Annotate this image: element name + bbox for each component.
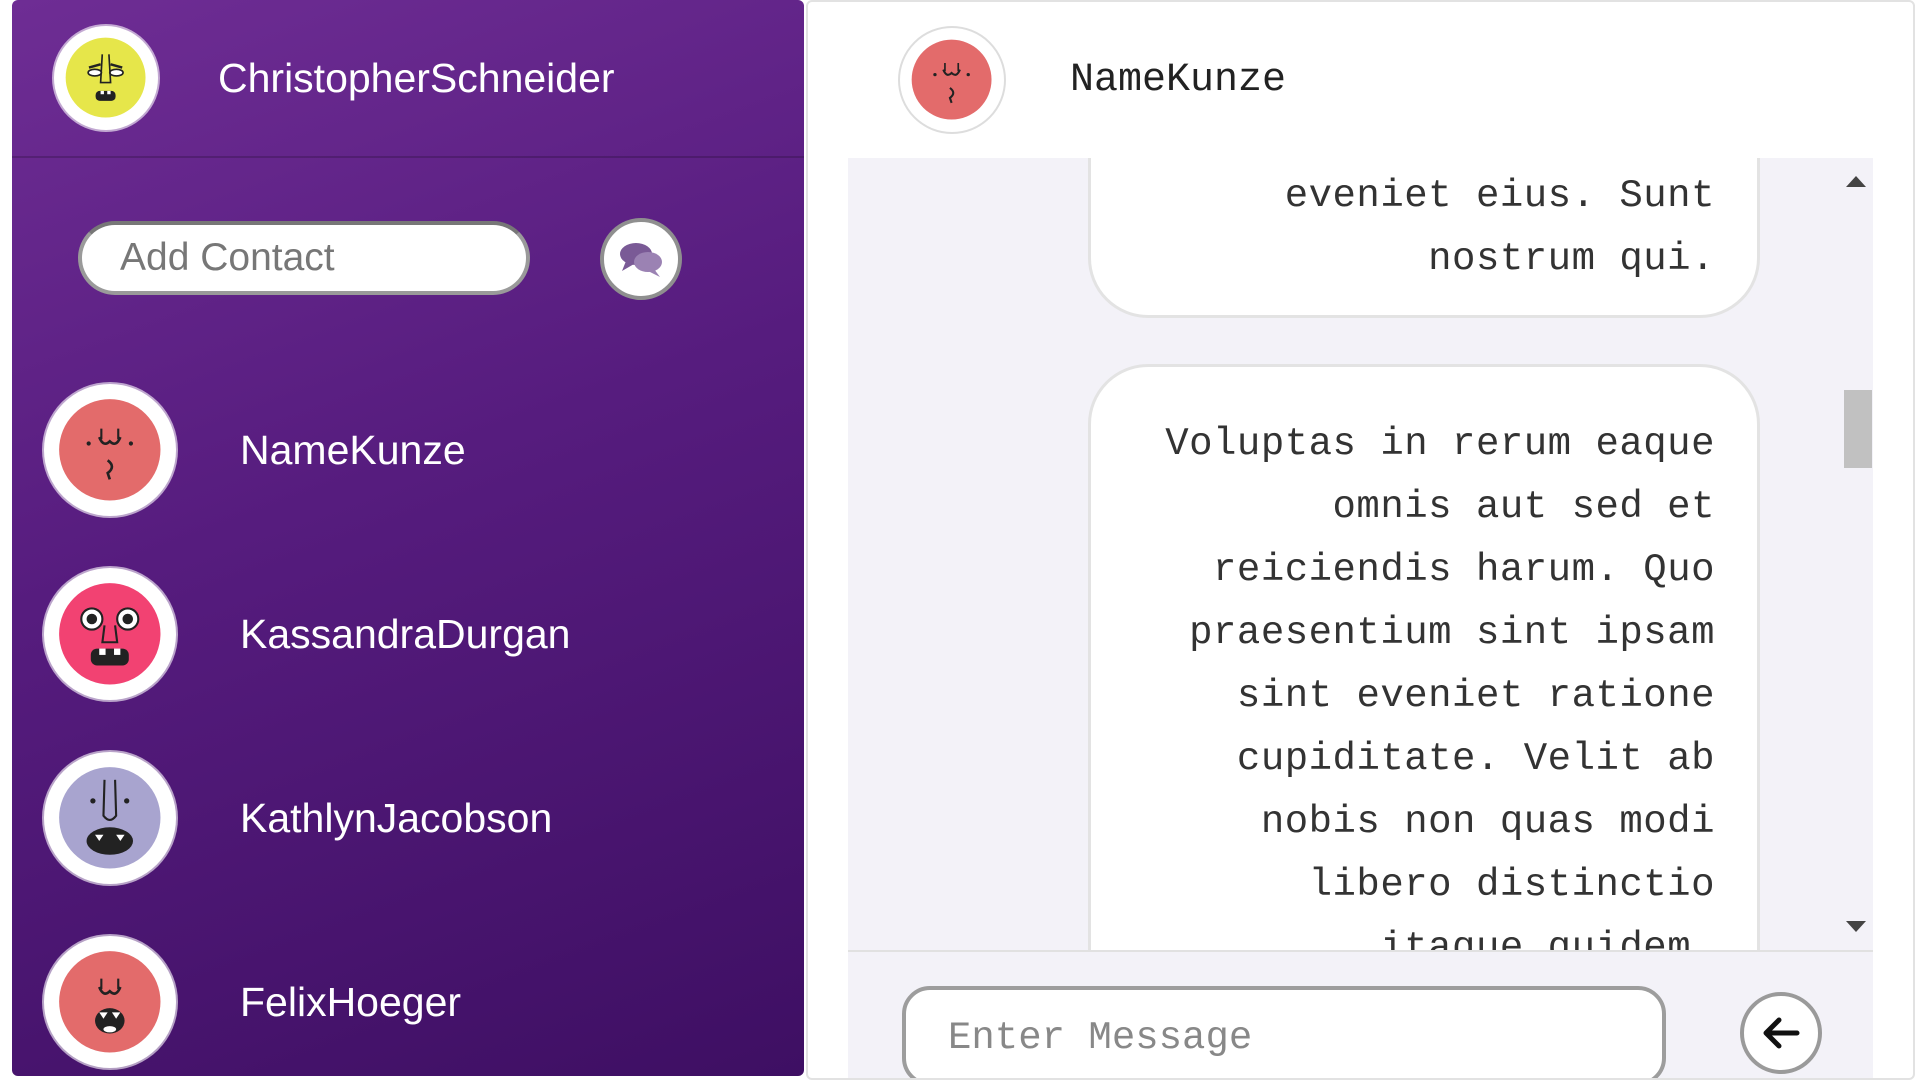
message-line: omnis aut sed et <box>1332 485 1715 529</box>
message-line: libero distinctio <box>1308 863 1715 907</box>
contact-item[interactable]: KassandraDurgan <box>12 542 804 726</box>
contact-avatar <box>44 568 176 700</box>
contact-name: KassandraDurgan <box>240 610 571 657</box>
message-list[interactable]: eveniet eius. Sunt nostrum qui. Voluptas… <box>848 158 1873 950</box>
monster-face-icon <box>912 40 992 120</box>
add-contact-input[interactable]: Add Contact <box>78 221 530 295</box>
monster-face-icon <box>59 767 161 869</box>
message-line: praesentium sint ipsam <box>1189 611 1715 655</box>
chat-contact-avatar <box>898 26 1006 134</box>
scroll-up-arrow-icon[interactable] <box>1846 176 1866 187</box>
message-line: reiciendis harum. Quo <box>1213 548 1715 592</box>
contact-name: NameKunze <box>240 426 466 473</box>
message-bubble: Voluptas in rerum eaque omnis aut sed et… <box>1088 364 1760 950</box>
chat-panel: NameKunze eveniet eius. Sunt nostrum qui… <box>806 0 1915 1080</box>
contact-item[interactable]: NameKunze <box>12 358 804 542</box>
contact-avatar <box>44 752 176 884</box>
add-contact-row: Add Contact <box>12 158 804 358</box>
current-user-avatar[interactable] <box>54 26 158 130</box>
message-line: nostrum qui. <box>1428 237 1715 281</box>
scrollbar-thumb[interactable] <box>1844 390 1872 468</box>
monster-face-icon <box>59 399 161 501</box>
message-line: cupiditate. Velit ab <box>1236 737 1715 781</box>
contact-item[interactable]: KathlynJacobson <box>12 726 804 910</box>
message-scrollbar[interactable] <box>1835 158 1873 950</box>
current-user-header: ChristopherSchneider <box>12 0 804 158</box>
message-line: itaque quidem. <box>1380 926 1715 950</box>
message-composer: Enter Message <box>848 950 1873 1078</box>
message-line: nobis non quas modi <box>1260 800 1715 844</box>
scroll-down-arrow-icon[interactable] <box>1846 921 1866 932</box>
message-line: Voluptas in rerum eaque <box>1165 422 1715 466</box>
add-contact-button[interactable] <box>600 218 682 300</box>
monster-face-icon <box>66 38 146 118</box>
chat-bubbles-icon <box>620 243 662 277</box>
message-line: eveniet eius. Sunt <box>1284 174 1715 218</box>
contact-item[interactable]: FelixHoeger <box>12 910 804 1076</box>
contact-name: FelixHoeger <box>240 978 462 1025</box>
monster-face-icon <box>59 951 161 1053</box>
chat-header: NameKunze <box>808 2 1913 158</box>
chat-title: NameKunze <box>1070 57 1287 103</box>
sidebar: ChristopherSchneider Add Contact NameKun… <box>12 0 804 1076</box>
message-line: sint eveniet ratione <box>1236 674 1715 718</box>
contact-name: KathlynJacobson <box>240 794 553 841</box>
send-button[interactable] <box>1740 992 1822 1074</box>
arrow-left-icon <box>1763 1017 1800 1049</box>
monster-face-icon <box>59 583 161 685</box>
contact-avatar <box>44 936 176 1068</box>
message-bubble: eveniet eius. Sunt nostrum qui. <box>1088 158 1760 318</box>
message-input[interactable]: Enter Message <box>902 986 1666 1078</box>
contact-avatar <box>44 384 176 516</box>
current-user-name: ChristopherSchneider <box>218 54 615 101</box>
